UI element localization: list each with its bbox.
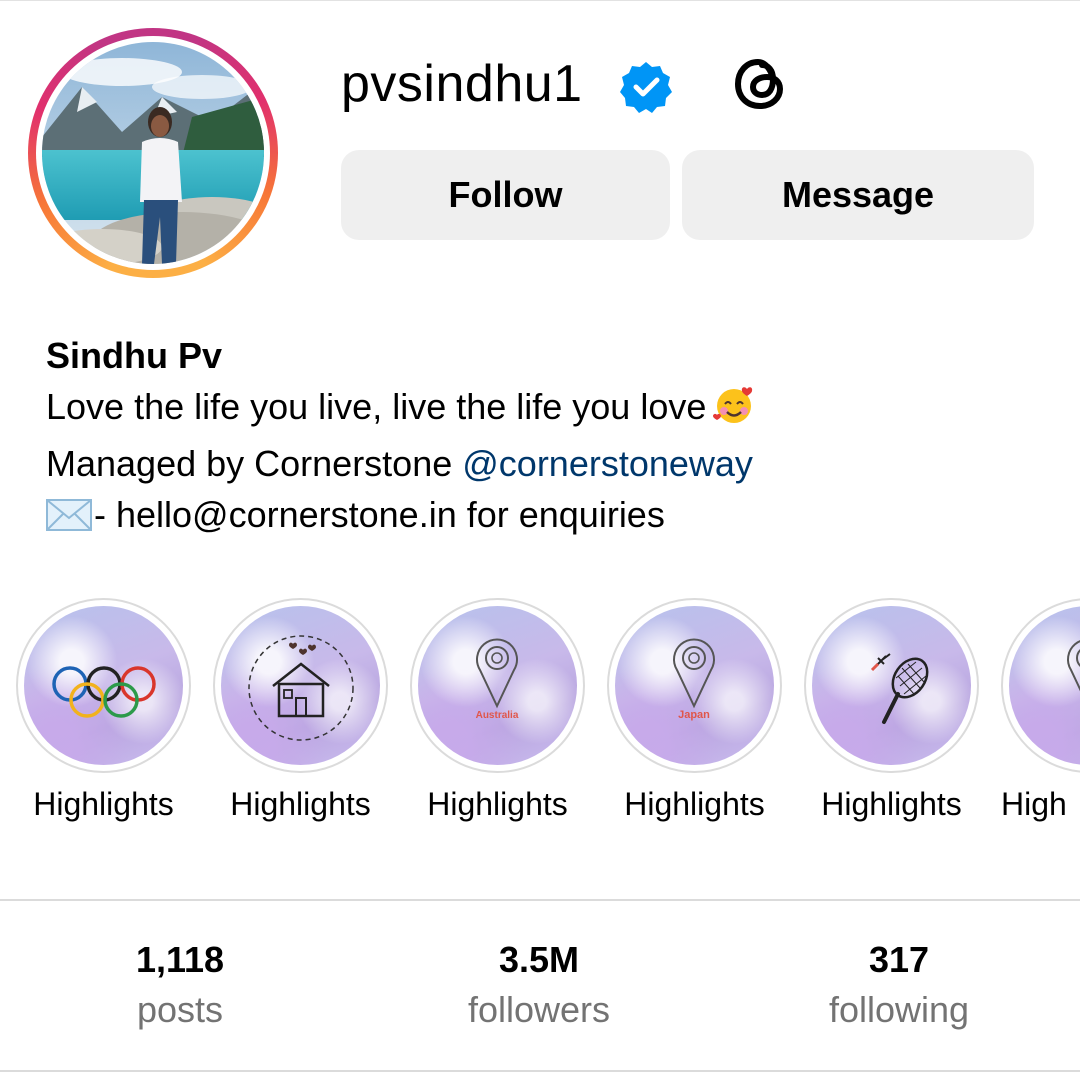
avatar xyxy=(42,42,264,264)
location-pin-icon: Japan xyxy=(673,638,715,721)
smiling-face-with-hearts-icon xyxy=(712,385,756,438)
threads-icon[interactable] xyxy=(729,53,791,115)
highlight-label: Highlights xyxy=(33,786,174,822)
profile-username: pvsindhu1 xyxy=(341,55,583,113)
house-with-hearts-icon xyxy=(248,635,354,741)
profile-display-name: Sindhu Pv xyxy=(46,335,223,376)
location-pin-icon: Australia xyxy=(476,638,519,721)
mention-link[interactable]: @cornerstoneway xyxy=(462,443,753,484)
posts-label: posts xyxy=(136,989,224,1030)
stat-following[interactable]: 317 following xyxy=(779,938,1019,1038)
highlight-olympics[interactable]: Highlights xyxy=(16,598,191,822)
top-divider xyxy=(0,0,1080,1)
followers-label: followers xyxy=(467,989,611,1030)
bio-line-2: Managed by Cornerstone @cornerstoneway xyxy=(46,443,753,484)
bio-line-3: - hello@cornerstone.in for enquiries xyxy=(46,489,756,544)
highlight-japan[interactable]: Japan Highlights xyxy=(607,598,782,822)
highlight-label: Highlights xyxy=(821,786,962,822)
svg-text:Australia: Australia xyxy=(476,710,519,721)
following-label: following xyxy=(828,989,970,1030)
highlight-label: Highlights xyxy=(427,786,568,822)
stat-posts[interactable]: 1,118 posts xyxy=(60,938,300,1038)
bottom-divider xyxy=(0,1070,1080,1072)
highlight-badminton[interactable]: Highlights xyxy=(804,598,979,822)
followers-count: 3.5M xyxy=(498,939,580,980)
bio-line-1: Love the life you live, live the life yo… xyxy=(46,381,756,438)
profile-bio: Sindhu Pv Love the life you live, live t… xyxy=(46,330,756,544)
location-pin-icon: Ko xyxy=(1067,640,1080,692)
highlight-home[interactable]: Highlights xyxy=(213,598,388,822)
stat-followers[interactable]: 3.5M followers xyxy=(419,938,659,1038)
highlight-partial[interactable]: Ko High xyxy=(1001,598,1080,822)
stats-divider xyxy=(0,899,1080,901)
verified-badge-icon xyxy=(620,62,672,113)
envelope-icon xyxy=(46,493,92,544)
svg-text:Japan: Japan xyxy=(678,709,710,721)
following-count: 317 xyxy=(868,939,930,980)
highlight-label: Highlights xyxy=(230,786,371,822)
highlight-label: Highlights xyxy=(624,786,765,822)
highlight-australia[interactable]: Australia Highlights xyxy=(410,598,585,822)
follow-button[interactable]: Follow xyxy=(341,150,670,240)
badminton-racket-icon xyxy=(870,653,929,724)
olympic-rings-icon xyxy=(52,666,156,718)
message-button[interactable]: Message xyxy=(682,150,1034,240)
posts-count: 1,118 xyxy=(135,939,225,980)
highlight-label: High xyxy=(1001,786,1067,822)
profile-avatar-story-ring[interactable] xyxy=(28,28,278,278)
